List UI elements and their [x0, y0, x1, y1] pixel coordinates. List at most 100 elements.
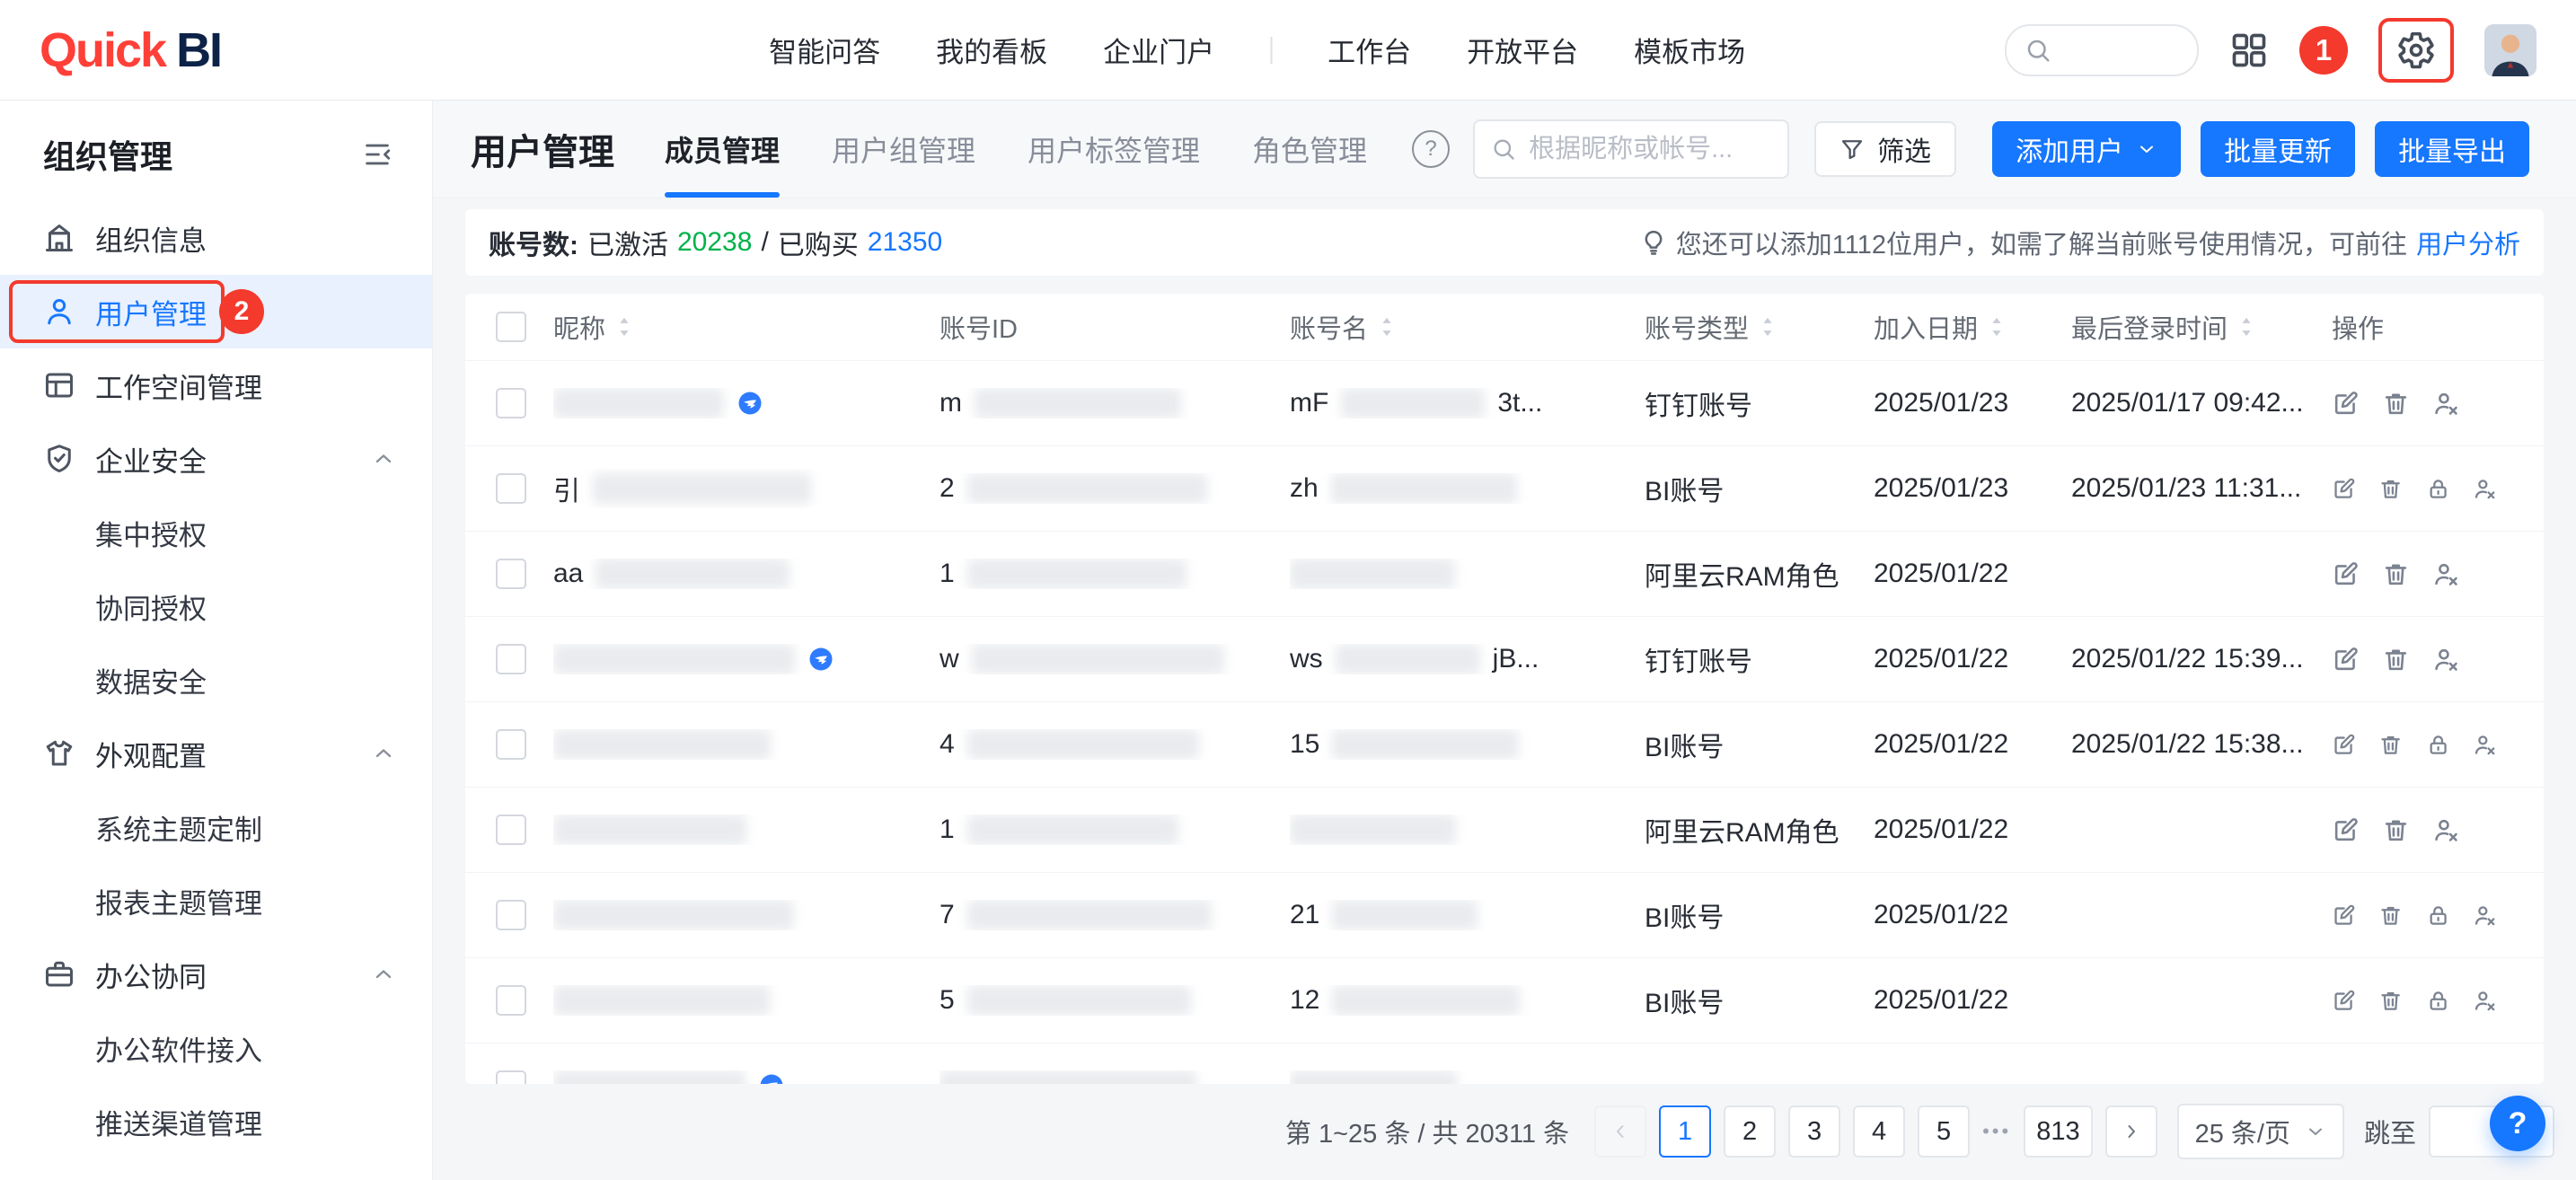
lock-icon[interactable]: [2426, 902, 2450, 929]
column-header[interactable]: 最后登录时间: [2071, 308, 2332, 346]
nav-item[interactable]: 智能问答: [769, 30, 880, 70]
user-analysis-link[interactable]: 用户分析: [2416, 224, 2520, 261]
apps-grid-icon[interactable]: [2229, 31, 2269, 70]
sort-icon[interactable]: [1987, 315, 2007, 339]
remove-user-icon[interactable]: [2473, 731, 2497, 759]
sidebar-item[interactable]: 工作空间管理: [0, 348, 432, 422]
row-checkbox[interactable]: [496, 473, 526, 504]
remove-user-icon[interactable]: [2432, 816, 2460, 844]
pagination-page[interactable]: 2: [1724, 1105, 1776, 1158]
last-page-button[interactable]: 813: [2024, 1105, 2092, 1158]
remove-user-icon[interactable]: [2432, 560, 2460, 588]
row-checkbox[interactable]: [496, 559, 526, 589]
row-checkbox[interactable]: [496, 1070, 526, 1084]
add-user-button[interactable]: 添加用户: [1992, 121, 2181, 177]
row-checkbox[interactable]: [496, 644, 526, 674]
edit-icon[interactable]: [2332, 475, 2356, 503]
sidebar-item[interactable]: 外观配置: [0, 717, 432, 790]
edit-icon[interactable]: [2332, 560, 2360, 588]
edit-icon[interactable]: [2332, 646, 2360, 674]
edit-icon[interactable]: [2332, 390, 2360, 418]
sidebar-item[interactable]: 办公软件接入: [0, 1011, 432, 1085]
remove-user-icon[interactable]: [2473, 902, 2497, 929]
delete-icon[interactable]: [2382, 816, 2410, 844]
row-checkbox[interactable]: [496, 985, 526, 1016]
sidebar-item[interactable]: 推送渠道管理: [0, 1085, 432, 1158]
edit-icon[interactable]: [2332, 987, 2356, 1015]
pagination-page[interactable]: 5: [1918, 1105, 1970, 1158]
column-header[interactable]: 加入日期: [1874, 308, 2071, 346]
batch-export-button[interactable]: 批量导出: [2375, 121, 2529, 177]
row-checkbox[interactable]: [496, 815, 526, 845]
batch-update-button[interactable]: 批量更新: [2201, 121, 2355, 177]
prev-page-button[interactable]: [1594, 1105, 1646, 1158]
account-name-cell: [1290, 559, 1645, 589]
delete-icon[interactable]: [2378, 902, 2403, 929]
sidebar-item[interactable]: 集中授权: [0, 496, 432, 569]
sidebar-item[interactable]: 报表主题管理: [0, 864, 432, 938]
quick-bi-logo[interactable]: QuickBI: [40, 22, 221, 78]
chevron-up-icon[interactable]: [371, 962, 396, 987]
edit-icon[interactable]: [2332, 902, 2356, 929]
tab[interactable]: 成员管理: [665, 101, 780, 198]
nav-item[interactable]: 开放平台: [1467, 30, 1578, 70]
delete-icon[interactable]: [2378, 731, 2403, 759]
select-all-checkbox[interactable]: [496, 312, 526, 342]
gear-icon[interactable]: [2396, 31, 2436, 70]
filter-button[interactable]: 筛选: [1814, 121, 1956, 177]
remove-user-icon[interactable]: [2432, 646, 2460, 674]
delete-icon[interactable]: [2382, 646, 2410, 674]
column-header[interactable]: 账号名: [1290, 308, 1645, 346]
floating-help-button[interactable]: ?: [2490, 1096, 2545, 1151]
sidebar-item[interactable]: 办公协同: [0, 938, 432, 1011]
tab[interactable]: 角色管理: [1252, 101, 1367, 198]
chevron-up-icon[interactable]: [371, 446, 396, 471]
sort-icon[interactable]: [2236, 315, 2256, 339]
nav-item[interactable]: 模板市场: [1634, 30, 1745, 70]
sidebar-item[interactable]: 企业安全: [0, 422, 432, 496]
tab[interactable]: 用户组管理: [832, 101, 975, 198]
delete-icon[interactable]: [2382, 390, 2410, 418]
sort-icon[interactable]: [1758, 315, 1778, 339]
global-search[interactable]: [2005, 24, 2199, 76]
sidebar-item[interactable]: 用户管理2: [0, 275, 432, 348]
delete-icon[interactable]: [2378, 987, 2403, 1015]
column-header[interactable]: 账号类型: [1645, 308, 1874, 346]
edit-icon[interactable]: [2332, 816, 2360, 844]
table-search-input[interactable]: [1527, 134, 1771, 165]
sidebar-item[interactable]: 系统主题定制: [0, 790, 432, 864]
sidebar-item[interactable]: 协同授权: [0, 569, 432, 643]
pagination-page[interactable]: 1: [1659, 1105, 1711, 1158]
row-checkbox[interactable]: [496, 900, 526, 930]
sidebar-item[interactable]: 数据安全: [0, 643, 432, 717]
sidebar-item[interactable]: PC端企业门户定制: [0, 1158, 432, 1180]
lock-icon[interactable]: [2426, 987, 2450, 1015]
column-header[interactable]: 昵称: [553, 308, 940, 346]
remove-user-icon[interactable]: [2432, 390, 2460, 418]
help-icon[interactable]: ?: [1412, 130, 1450, 168]
sort-icon[interactable]: [1377, 315, 1397, 339]
pagination-page[interactable]: 3: [1788, 1105, 1840, 1158]
row-checkbox[interactable]: [496, 388, 526, 418]
next-page-button[interactable]: [2105, 1105, 2157, 1158]
remove-user-icon[interactable]: [2473, 987, 2497, 1015]
user-avatar[interactable]: [2484, 24, 2536, 76]
table-search[interactable]: [1473, 119, 1789, 179]
nav-item[interactable]: 我的看板: [936, 30, 1047, 70]
nav-item[interactable]: 工作台: [1328, 30, 1411, 70]
pagination-page[interactable]: 4: [1853, 1105, 1905, 1158]
sidebar-item[interactable]: 组织信息: [0, 201, 432, 275]
row-checkbox[interactable]: [496, 729, 526, 760]
lock-icon[interactable]: [2426, 475, 2450, 503]
delete-icon[interactable]: [2382, 560, 2410, 588]
collapse-sidebar-icon[interactable]: [362, 139, 393, 170]
tab[interactable]: 用户标签管理: [1028, 101, 1200, 198]
lock-icon[interactable]: [2426, 731, 2450, 759]
delete-icon[interactable]: [2378, 475, 2403, 503]
page-size-select[interactable]: 25 条/页: [2177, 1104, 2344, 1159]
nav-item[interactable]: 企业门户: [1103, 30, 1214, 70]
sort-icon[interactable]: [614, 315, 634, 339]
chevron-up-icon[interactable]: [371, 741, 396, 766]
edit-icon[interactable]: [2332, 731, 2356, 759]
remove-user-icon[interactable]: [2473, 475, 2497, 503]
